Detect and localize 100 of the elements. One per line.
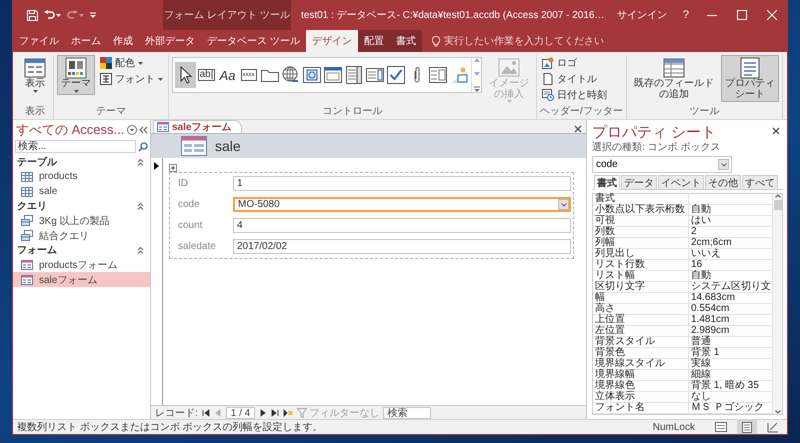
sign-in-link[interactable]: サインイン <box>608 0 675 30</box>
field-list-icon <box>662 57 685 79</box>
ribbon-tab[interactable]: デザイン <box>306 30 358 52</box>
scrollbar-thumb[interactable] <box>774 200 782 210</box>
nav-item[interactable]: products <box>13 169 150 184</box>
control-tool[interactable]: ab| <box>196 62 217 88</box>
property-sheet-button[interactable]: プロパティシート <box>720 55 779 102</box>
combo-box-icon <box>346 66 362 84</box>
property-tab[interactable]: 書式 <box>594 175 620 190</box>
more-icon <box>474 86 480 92</box>
title-button[interactable]: タイトル <box>540 72 609 86</box>
save-button[interactable] <box>25 8 40 22</box>
dropdown-button[interactable] <box>558 199 569 210</box>
property-name: 背景色 <box>593 348 689 358</box>
control-tool[interactable] <box>175 62 196 88</box>
nav-item[interactable]: sale <box>13 184 150 199</box>
form-view-icon <box>24 57 46 79</box>
caret-icon <box>506 100 512 103</box>
property-tab[interactable]: データ <box>621 175 657 190</box>
help-button[interactable]: ? <box>674 0 697 30</box>
property-name: 境界線幅 <box>593 370 689 380</box>
search-field[interactable]: 検索... <box>15 140 136 153</box>
property-name: 幅 <box>593 293 689 303</box>
ribbon-tab[interactable]: 書式 <box>390 30 422 52</box>
last-record-button[interactable] <box>271 408 280 416</box>
property-tab[interactable]: イベント <box>658 175 704 190</box>
nav-item[interactable]: saleフォーム <box>13 272 150 287</box>
form-icon <box>157 122 169 132</box>
dropdown-button[interactable] <box>718 159 729 170</box>
layout-handle-icon <box>169 164 177 172</box>
scroll-up-icon <box>774 194 780 198</box>
next-record-button[interactable] <box>259 408 268 416</box>
theme-icon <box>65 57 87 79</box>
add-fields-button[interactable]: 既存のフィールドの追加 <box>630 55 718 102</box>
status-message: 複数列リスト ボックスまたはコンボ ボックスの列幅を設定します。 <box>17 420 324 434</box>
ribbon-tab[interactable]: 作成 <box>107 30 139 52</box>
close-icon <box>574 125 582 133</box>
layout-view-button[interactable] <box>737 420 757 434</box>
date-time-button[interactable]: 日付と時刻 <box>540 88 609 102</box>
maximize-icon <box>737 10 747 20</box>
folder-icon <box>260 68 278 82</box>
record-selector-icon <box>154 162 159 170</box>
property-sheet-title: プロパティ シート <box>592 124 716 142</box>
caret-icon <box>79 14 84 16</box>
ribbon-tab[interactable]: 配置 <box>358 30 390 52</box>
combo-box[interactable]: MO-5080 <box>233 197 571 212</box>
navigation-control-icon <box>324 67 342 83</box>
context-tab-label: フォーム レイアウト ツール <box>163 0 291 30</box>
record-label: レコード: <box>155 406 198 420</box>
close-icon <box>767 10 777 20</box>
fonts-button[interactable]: フォント <box>98 72 165 86</box>
object-select[interactable]: code <box>592 156 732 173</box>
text-box[interactable]: 4 <box>233 218 571 233</box>
nav-section-header[interactable]: フォーム <box>17 243 57 257</box>
record-position-field[interactable]: 1 / 4 <box>226 406 256 418</box>
view-button[interactable]: 表示 <box>20 55 50 94</box>
subform-icon <box>428 67 446 83</box>
group-label: コントロール <box>322 106 384 119</box>
paperclip-icon <box>412 66 422 84</box>
colors-button[interactable]: 配色 <box>98 56 165 70</box>
nav-item[interactable]: 結合クエリ <box>13 228 150 243</box>
search-icon <box>138 142 148 152</box>
search-field[interactable]: 検索 <box>383 406 432 418</box>
chart-icon <box>450 66 468 84</box>
ribbon-tab[interactable]: 外部データ <box>139 30 201 52</box>
design-view-icon <box>767 422 779 432</box>
customize-button[interactable] <box>88 10 98 20</box>
logo-button[interactable]: ロゴ <box>540 56 609 70</box>
first-icon <box>202 408 210 416</box>
undo-button[interactable] <box>42 8 63 22</box>
globe-link-icon <box>282 66 300 84</box>
next-icon <box>259 408 268 416</box>
theme-button[interactable]: テーマ <box>57 55 95 94</box>
selection-type: 選択の種類: コンボ ボックス <box>592 142 722 154</box>
nav-pane-title[interactable]: すべての Access... <box>16 121 125 139</box>
save-icon <box>27 10 38 20</box>
window-title: test01 : データベース- C:¥data¥test01.accdb (Access 2007 - 2016… <box>300 9 606 23</box>
text-box[interactable]: 1 <box>233 176 571 191</box>
text-box[interactable]: 2017/02/02 <box>233 239 571 254</box>
nav-section-header[interactable]: クエリ <box>17 199 47 213</box>
tell-me-field[interactable]: 実行したい作業を入力してください <box>444 34 604 48</box>
first-record-button[interactable] <box>202 408 210 416</box>
nav-section-header[interactable]: テーブル <box>17 155 57 169</box>
nav-item[interactable]: productsフォーム <box>13 257 150 272</box>
group-label: 表示 <box>24 106 46 119</box>
new-record-button[interactable] <box>283 408 294 416</box>
property-tab[interactable]: すべて <box>742 175 778 190</box>
ribbon-tab[interactable]: ホーム <box>65 30 107 52</box>
scrollbar[interactable] <box>773 194 782 414</box>
close-icon <box>772 127 780 135</box>
control-tool[interactable]: Aa <box>217 62 238 88</box>
ribbon-tab[interactable]: ファイル <box>13 30 65 52</box>
property-tab[interactable]: その他 <box>705 175 741 190</box>
caret-icon <box>138 62 143 64</box>
document-tab[interactable]: saleフォーム <box>153 120 242 133</box>
form-title: sale <box>215 138 241 154</box>
scroll-down-icon <box>774 410 780 414</box>
property-name: 立体表示 <box>593 392 689 402</box>
nav-item[interactable]: 3Kg 以上の製品 <box>13 213 150 228</box>
ribbon-tab[interactable]: データベース ツール <box>201 30 306 52</box>
